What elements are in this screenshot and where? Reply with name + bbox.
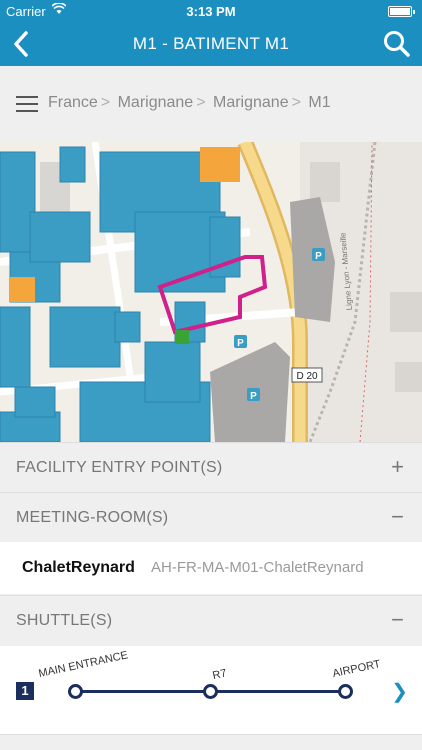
svg-text:P: P	[250, 391, 257, 402]
stop-marker	[338, 684, 353, 699]
breadcrumb-item[interactable]: France	[48, 94, 98, 111]
meeting-room-code: AH-FR-MA-M01-ChaletReynard	[151, 559, 364, 576]
section-facility-entry-points[interactable]: FACILITY ENTRY POINT(S) +	[0, 442, 422, 492]
bottom-spacer	[0, 734, 422, 750]
section-meeting-rooms[interactable]: MEETING-ROOM(S) −	[0, 492, 422, 542]
expand-plus-icon[interactable]: +	[391, 454, 404, 480]
parking-icon: P	[312, 248, 325, 262]
breadcrumb-bar: France > Marignane > Marignane > M1	[0, 66, 422, 142]
section-shuttles[interactable]: SHUTTLE(S) −	[0, 595, 422, 645]
breadcrumb: France > Marignane > Marignane > M1	[48, 94, 331, 111]
status-bar: Carrier 3:13 PM	[0, 0, 422, 22]
svg-text:P: P	[237, 338, 244, 349]
breadcrumb-item[interactable]: Marignane	[118, 94, 194, 111]
back-arrow-icon[interactable]	[8, 28, 36, 60]
stop-label: AIRPORT	[331, 658, 382, 680]
stop-marker	[203, 684, 218, 699]
shuttle-line-item[interactable]: 1 MAIN ENTRANCE R7 AIRPORT ❯	[0, 646, 422, 734]
stop-label: R7	[211, 667, 228, 682]
shuttle-number-badge: 1	[16, 682, 34, 700]
collapse-minus-icon[interactable]: −	[391, 504, 404, 530]
road-label: D 20	[296, 371, 318, 382]
section-label: SHUTTLE(S)	[16, 612, 113, 629]
breadcrumb-item[interactable]: Marignane	[213, 94, 289, 111]
section-label: FACILITY ENTRY POINT(S)	[16, 459, 223, 476]
search-icon[interactable]	[382, 29, 412, 59]
svg-text:P: P	[315, 251, 322, 262]
meeting-room-name: ChaletReynard	[22, 559, 135, 576]
parking-icon: P	[234, 335, 247, 349]
site-map[interactable]: P P P D 20 Ligne Lyon - Marseille	[0, 142, 422, 442]
stop-marker	[68, 684, 83, 699]
map-canvas: P P P D 20 Ligne Lyon - Marseille	[0, 142, 422, 442]
section-label: MEETING-ROOM(S)	[16, 509, 169, 526]
chevron-right-icon[interactable]: ❯	[391, 679, 408, 704]
stop-label: MAIN ENTRANCE	[37, 649, 130, 680]
hamburger-menu-icon[interactable]	[16, 96, 38, 114]
navigation-bar: M1 - BATIMENT M1	[0, 22, 422, 66]
breadcrumb-item[interactable]: M1	[308, 94, 330, 111]
clock: 3:13 PM	[186, 4, 236, 19]
battery-icon	[388, 6, 415, 17]
collapse-minus-icon[interactable]: −	[391, 607, 404, 633]
meeting-room-item[interactable]: ChaletReynard AH-FR-MA-M01-ChaletReynard	[0, 542, 422, 594]
parking-icon: P	[247, 388, 260, 402]
page-title: M1 - BATIMENT M1	[132, 34, 290, 53]
